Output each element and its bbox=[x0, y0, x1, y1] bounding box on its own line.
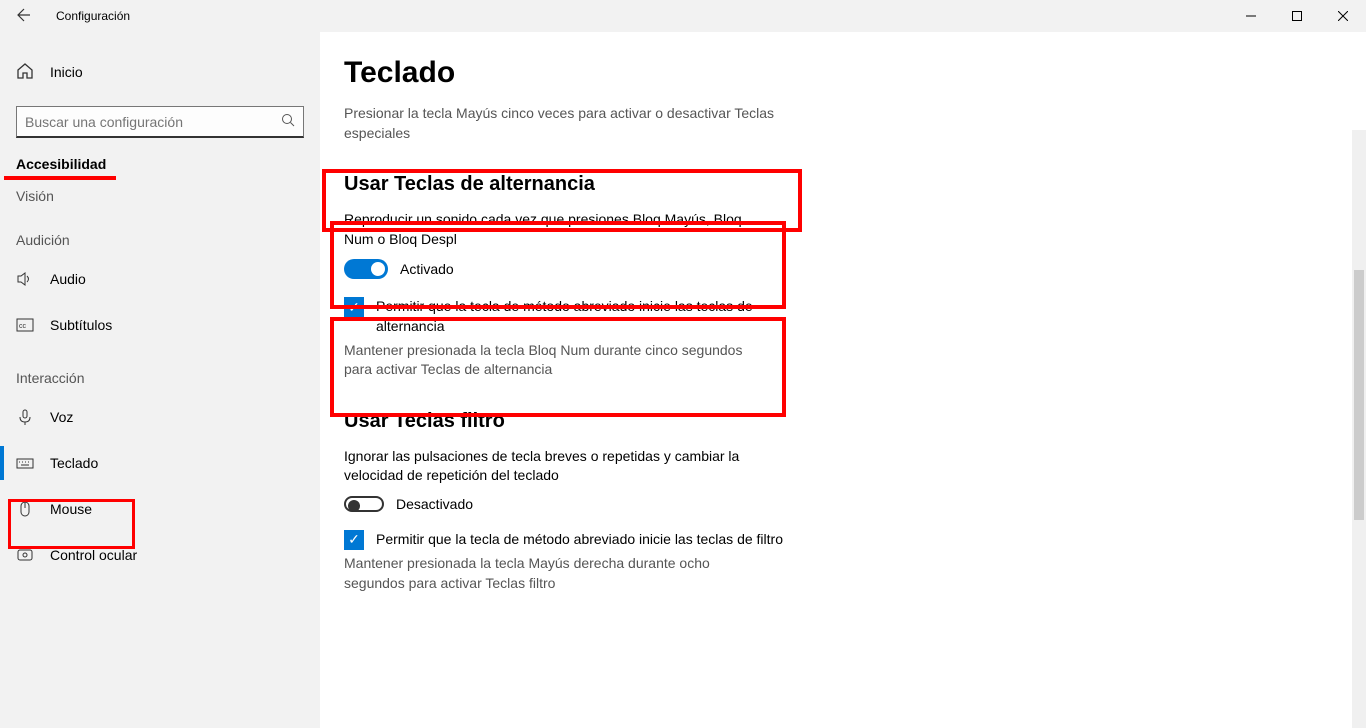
sidebar-item-label: Teclado bbox=[50, 455, 98, 471]
group-accesibilidad: Accesibilidad bbox=[0, 156, 122, 172]
mic-icon bbox=[16, 408, 34, 426]
toggle-keys-checkbox-hint: Mantener presionada la tecla Bloq Num du… bbox=[344, 341, 774, 380]
minimize-button[interactable] bbox=[1228, 0, 1274, 32]
scrollbar[interactable] bbox=[1352, 130, 1366, 728]
sidebar-item-subtitulos[interactable]: cc Subtítulos bbox=[0, 302, 320, 348]
sidebar-item-label: Mouse bbox=[50, 501, 92, 517]
sidebar-item-audio[interactable]: Audio bbox=[0, 256, 320, 302]
toggle-keys-checkbox-label: Permitir que la tecla de método abreviad… bbox=[376, 297, 794, 336]
filter-keys-desc: Ignorar las pulsaciones de tecla breves … bbox=[344, 447, 774, 486]
home-nav[interactable]: Inicio bbox=[0, 52, 320, 92]
speaker-icon bbox=[16, 270, 34, 288]
sidebar-item-label: Audio bbox=[50, 271, 86, 287]
content-area: Teclado Presionar la tecla Mayús cinco v… bbox=[320, 32, 1366, 728]
back-button[interactable] bbox=[0, 7, 48, 26]
eye-icon bbox=[16, 546, 34, 564]
filter-keys-checkbox-hint: Mantener presionada la tecla Mayús derec… bbox=[344, 554, 774, 593]
subgroup-vision: Visión bbox=[0, 178, 320, 210]
sidebar-item-voz[interactable]: Voz bbox=[0, 394, 320, 440]
maximize-button[interactable] bbox=[1274, 0, 1320, 32]
filter-keys-switch[interactable] bbox=[344, 496, 384, 512]
mouse-icon bbox=[16, 500, 34, 518]
svg-text:cc: cc bbox=[19, 323, 27, 330]
keyboard-icon bbox=[16, 454, 34, 472]
search-input[interactable] bbox=[25, 114, 281, 130]
toggle-keys-desc: Reproducir un sonido cada vez que presio… bbox=[344, 210, 774, 249]
filter-keys-heading: Usar Teclas filtro bbox=[344, 410, 1366, 433]
toggle-keys-switch[interactable] bbox=[344, 259, 388, 279]
back-arrow-icon bbox=[16, 7, 32, 23]
filter-keys-shortcut-checkbox[interactable]: ✓ bbox=[344, 530, 364, 550]
cc-icon: cc bbox=[16, 316, 34, 334]
sidebar-item-label: Voz bbox=[50, 409, 73, 425]
titlebar: Configuración bbox=[0, 0, 1366, 32]
section-interaccion: Interacción bbox=[0, 348, 320, 394]
toggle-keys-shortcut-checkbox[interactable]: ✓ bbox=[344, 297, 364, 317]
filter-keys-state: Desactivado bbox=[396, 496, 473, 512]
annotation-underline bbox=[4, 176, 116, 180]
home-label: Inicio bbox=[50, 64, 83, 80]
toggle-keys-state: Activado bbox=[400, 261, 454, 277]
sidebar: Inicio Accesibilidad Visión Audición Aud… bbox=[0, 32, 320, 728]
search-box[interactable] bbox=[16, 106, 304, 138]
sidebar-item-teclado[interactable]: Teclado bbox=[0, 440, 320, 486]
sticky-keys-hint: Presionar la tecla Mayús cinco veces par… bbox=[344, 104, 794, 143]
filter-keys-checkbox-label: Permitir que la tecla de método abreviad… bbox=[376, 530, 783, 550]
search-icon bbox=[281, 113, 295, 130]
sidebar-item-mouse[interactable]: Mouse bbox=[0, 486, 320, 532]
sidebar-item-label: Subtítulos bbox=[50, 317, 112, 333]
sidebar-item-control-ocular[interactable]: Control ocular bbox=[0, 532, 320, 578]
section-audicion: Audición bbox=[0, 210, 320, 256]
home-icon bbox=[16, 62, 34, 83]
page-title: Teclado bbox=[344, 32, 1366, 104]
toggle-keys-heading: Usar Teclas de alternancia bbox=[344, 173, 1366, 196]
scrollbar-thumb[interactable] bbox=[1354, 270, 1364, 520]
sidebar-item-label: Control ocular bbox=[50, 547, 137, 563]
app-title: Configuración bbox=[48, 9, 130, 23]
close-button[interactable] bbox=[1320, 0, 1366, 32]
window-controls bbox=[1228, 0, 1366, 32]
